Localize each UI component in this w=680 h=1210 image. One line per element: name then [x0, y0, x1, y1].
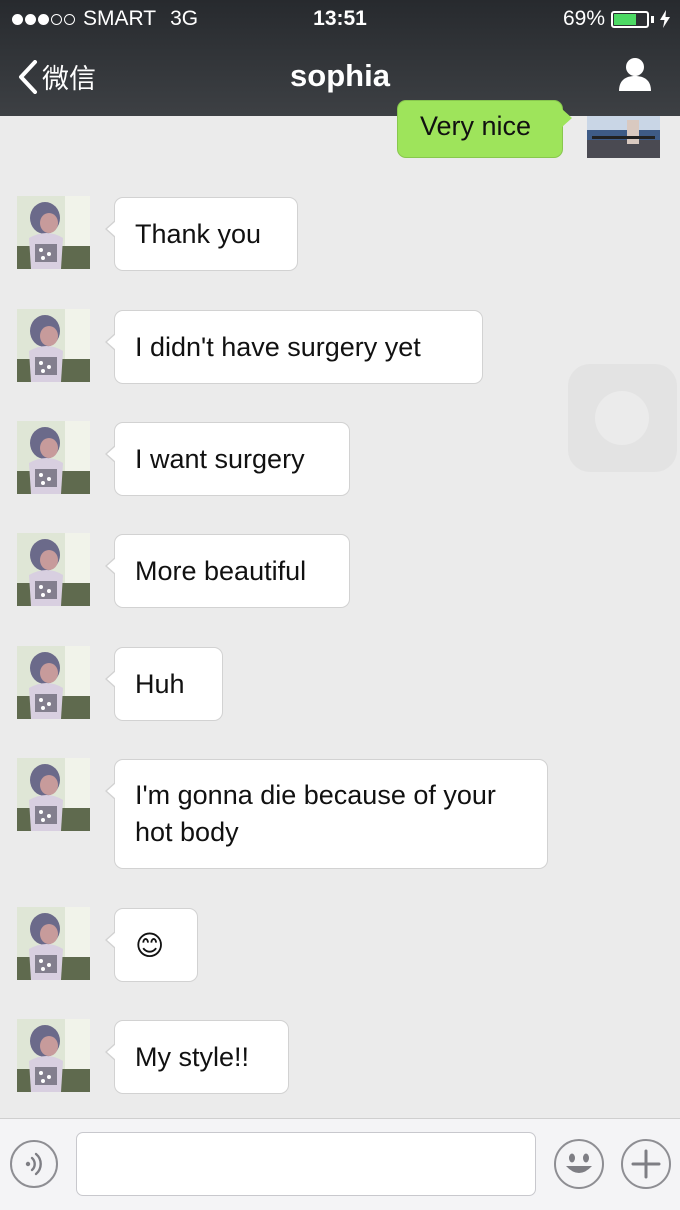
received-message-bubble[interactable]: I didn't have surgery yet	[105, 310, 483, 384]
received-message-bubble[interactable]: I'm gonna die because of your hot body	[105, 759, 548, 869]
received-message-bubble[interactable]: My style!!	[105, 1020, 289, 1094]
top-bar: SMART 3G 13:51 69% 微信 sophia	[0, 0, 680, 116]
sent-message-text: Very nice	[420, 111, 532, 141]
sent-message-bubble[interactable]: Very nice	[397, 100, 572, 158]
sender-avatar[interactable]	[17, 646, 90, 719]
message-text: I'm gonna die because of your hot body	[135, 780, 496, 847]
message-text: I didn't have surgery yet	[135, 331, 421, 362]
received-message-bubble[interactable]: Thank you	[105, 197, 298, 271]
battery-indicator: 69%	[563, 7, 670, 31]
message-input[interactable]	[76, 1132, 536, 1196]
message-text: Huh	[135, 668, 185, 699]
sender-avatar[interactable]	[17, 907, 90, 980]
received-message-bubble[interactable]: More beautiful	[105, 534, 350, 608]
message-text: 😊	[135, 929, 165, 961]
battery-icon	[611, 10, 649, 28]
charging-bolt-icon	[660, 10, 670, 28]
message-text: Thank you	[135, 218, 262, 249]
voice-button[interactable]	[10, 1140, 58, 1188]
plus-icon	[631, 1149, 661, 1179]
profile-icon	[619, 58, 651, 91]
more-button[interactable]	[621, 1139, 671, 1189]
emoji-button[interactable]	[554, 1139, 604, 1189]
navigation-bar: 微信 sophia	[0, 40, 680, 116]
sender-avatar[interactable]	[17, 758, 90, 831]
voice-icon	[25, 1152, 42, 1176]
input-bar	[0, 1118, 680, 1210]
message-text: My style!!	[135, 1041, 250, 1072]
assistive-touch-button[interactable]	[568, 364, 677, 472]
sender-avatar[interactable]	[17, 533, 90, 606]
emoji-icon	[566, 1153, 592, 1173]
battery-percent: 69%	[562, 7, 605, 30]
sender-avatar[interactable]	[17, 1019, 90, 1092]
received-message-bubble[interactable]: Huh	[105, 647, 223, 721]
profile-button[interactable]	[618, 56, 652, 97]
message-text: More beautiful	[135, 555, 307, 586]
sender-avatar[interactable]	[17, 309, 90, 382]
received-message-bubble[interactable]: 😊	[105, 908, 198, 982]
my-avatar[interactable]	[587, 116, 660, 158]
sender-avatar[interactable]	[17, 196, 90, 269]
sender-avatar[interactable]	[17, 421, 90, 494]
status-bar: SMART 3G 13:51 69%	[0, 0, 680, 38]
received-message-bubble[interactable]: I want surgery	[105, 422, 350, 496]
chat-title: sophia	[290, 58, 390, 93]
message-text: I want surgery	[135, 443, 305, 474]
